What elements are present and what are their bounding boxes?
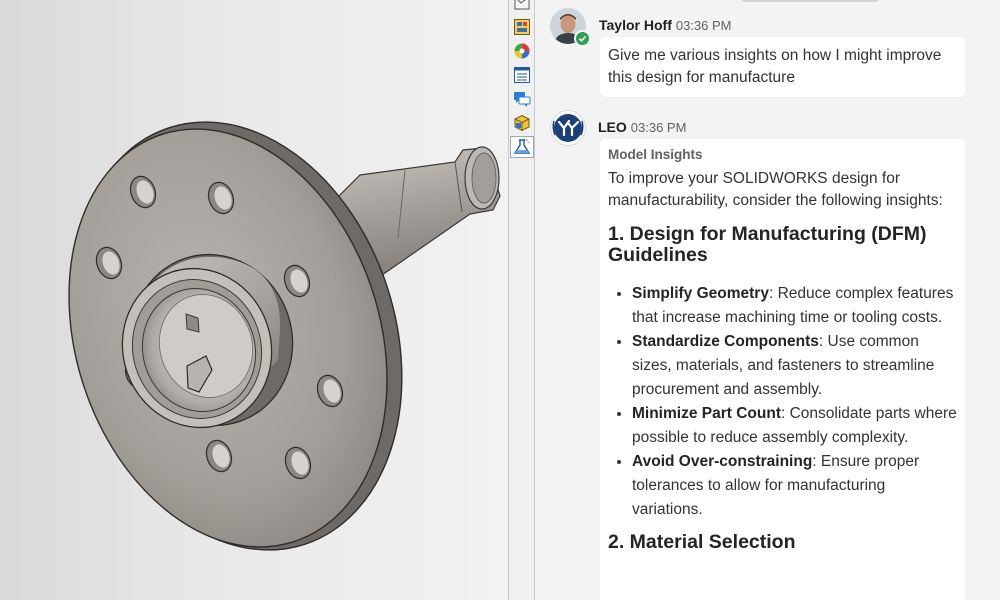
- design-library-icon: [514, 19, 530, 35]
- scroll-indicator: [741, 0, 879, 2]
- message-time: 03:36 PM: [630, 120, 687, 135]
- graphics-area[interactable]: [0, 0, 508, 600]
- section-heading-dfm: 1. Design for Manufacturing (DFM) Guidel…: [608, 223, 927, 266]
- message-author: Taylor Hoff 03:36 PM: [599, 17, 732, 33]
- list-item: Avoid Over-constraining: Ensure proper t…: [632, 450, 957, 522]
- sw-resources-tab[interactable]: [511, 0, 533, 14]
- insight-intro: To improve your SOLIDWORKS design for ma…: [608, 170, 943, 209]
- item-title: Minimize Part Count: [632, 405, 781, 422]
- message-time: 03:36 PM: [675, 18, 732, 33]
- design-library-tab[interactable]: [511, 16, 533, 38]
- task-pane-tab-strip: [508, 0, 535, 600]
- message-bubble: Model Insights To improve your SOLIDWORK…: [600, 139, 965, 600]
- leo-avatar[interactable]: [550, 110, 586, 146]
- presence-available-icon: [574, 30, 591, 47]
- section-heading-material: 2. Material Selection: [608, 531, 796, 553]
- message-author: LEO 03:36 PM: [598, 119, 687, 135]
- item-title: Standardize Components: [632, 333, 819, 350]
- spindle-hub-model[interactable]: [0, 0, 508, 600]
- forum-tab[interactable]: [511, 88, 533, 110]
- leo-logo-icon: [552, 114, 584, 142]
- message-bubble: Give me various insights on how I might …: [600, 37, 965, 97]
- leo-assistant-tab[interactable]: [510, 136, 534, 158]
- appearances-tab[interactable]: [511, 40, 533, 62]
- list-item: Standardize Components: Use common sizes…: [632, 330, 957, 402]
- leo-assistant-icon: [513, 139, 531, 154]
- dfm-guidelines-list: Simplify Geometry: Reduce complex featur…: [608, 282, 957, 522]
- list-item: Minimize Part Count: Consolidate parts w…: [632, 402, 957, 450]
- 3d-content-icon: [514, 114, 530, 132]
- list-item: Simplify Geometry: Reduce complex featur…: [632, 282, 957, 330]
- 3d-content-tab[interactable]: [511, 112, 533, 134]
- item-title: Simplify Geometry: [632, 285, 769, 302]
- custom-properties-icon: [514, 67, 530, 83]
- model-insights-label: Model Insights: [608, 147, 703, 162]
- appearances-icon: [514, 43, 530, 59]
- sw-resources-icon: [514, 0, 530, 10]
- forum-icon: [514, 92, 531, 107]
- item-title: Avoid Over-constraining: [632, 453, 813, 470]
- leo-chat-panel: Taylor Hoff 03:36 PM Give me various insi…: [535, 0, 1000, 600]
- custom-properties-tab[interactable]: [511, 64, 533, 86]
- message-text: Give me various insights on how I might …: [608, 47, 942, 86]
